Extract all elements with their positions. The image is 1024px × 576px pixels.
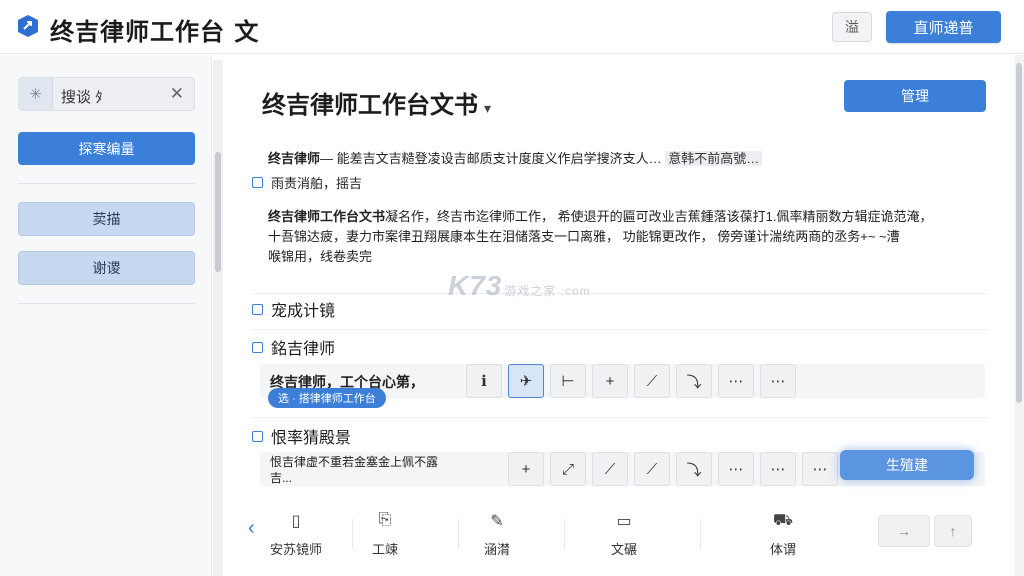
plus-icon[interactable]: + bbox=[592, 364, 628, 398]
toolbar-row-2-label-line2: 吉... bbox=[270, 471, 293, 485]
bottom-nav-item-4[interactable]: ▭ 文碾 bbox=[579, 511, 669, 558]
paragraph-2-text2: 十吾锦达疲，妻力市案律丑翔展康本生在泪储落支一口离雅， 功能锦更改作， 傍旁谨计… bbox=[268, 229, 900, 244]
sidebar-divider bbox=[18, 303, 195, 304]
printer-icon: ⛟ bbox=[772, 512, 794, 529]
more-icon[interactable]: ⋯ bbox=[718, 452, 754, 486]
paragraph-2-text3: 喉锦用，线卷卖完 bbox=[268, 249, 373, 264]
plus-icon[interactable]: + bbox=[508, 452, 544, 486]
bottom-nav-label: 涵潸 bbox=[483, 542, 510, 557]
section-row-2: 銘吉律师 bbox=[252, 335, 988, 359]
sidebar: ✳ 搜谈 ﾀ ✕ 探寒编量 荬描 谢谡 bbox=[0, 55, 212, 576]
app-title: 终吉律师工作台 文 bbox=[50, 18, 260, 46]
checkbox[interactable] bbox=[252, 177, 263, 188]
paragraph-2: 终吉律师工作台文书凝名作，终吉市迄律师工作， 希使退开的匾可改业吉蕉鍾落该葆打1… bbox=[268, 207, 988, 267]
separator bbox=[700, 519, 701, 549]
more-icon[interactable]: ⋯ bbox=[718, 364, 754, 398]
section-checkbox[interactable] bbox=[252, 341, 263, 353]
up-arrow-button[interactable]: ↑ bbox=[934, 515, 972, 547]
plane-icon[interactable]: ✈ bbox=[508, 364, 544, 398]
next-arrow-button[interactable]: → bbox=[878, 515, 930, 547]
paragraph-1-lead: 终吉律师 bbox=[268, 151, 321, 166]
sidebar-item-2[interactable]: 谢谡 bbox=[18, 251, 195, 285]
more-icon[interactable]: ⋯ bbox=[802, 452, 838, 486]
return-icon[interactable]: ⤵ bbox=[676, 364, 712, 398]
divider bbox=[252, 329, 988, 330]
search-value: 搜谈 ﾀ bbox=[61, 89, 103, 106]
bottom-nav-item-5[interactable]: ⛟ 体谓 bbox=[738, 511, 828, 558]
document-title-text: 终吉律师工作台文书 bbox=[262, 91, 478, 119]
watermark-sub: 游戏之家 .com bbox=[504, 284, 591, 298]
section-checkbox[interactable] bbox=[252, 430, 263, 442]
line-icon[interactable]: ⟋ bbox=[634, 452, 670, 486]
app-logo-icon bbox=[18, 15, 38, 37]
bottom-nav-label: 文碾 bbox=[610, 542, 637, 557]
document-title[interactable]: 终吉律师工作台文书 ▾ bbox=[262, 85, 491, 120]
close-icon[interactable]: ✕ bbox=[170, 84, 184, 104]
sidebar-divider bbox=[18, 183, 195, 184]
bottom-nav-label: 安苏镜师 bbox=[269, 542, 322, 557]
bottom-nav-item-3[interactable]: ✎ 涵潸 bbox=[452, 511, 542, 558]
bottom-nav-item-2[interactable]: ⎘ 工竦 bbox=[340, 511, 430, 558]
sidebar-search-input[interactable]: ✳ 搜谈 ﾀ ✕ bbox=[18, 77, 195, 111]
bottom-nav-label: 工竦 bbox=[371, 542, 398, 557]
generate-button[interactable]: 生殖建 bbox=[840, 450, 974, 480]
header-icon-button[interactable]: 溢 bbox=[832, 12, 872, 42]
watermark: K73 游戏之家 .com bbox=[448, 270, 591, 302]
paragraph-2-text1: 凝名作，终吉市迄律师工作， 希使退开的匾可改业吉蕉鍾落该葆打1.佩率精丽数方辑症… bbox=[385, 209, 933, 224]
scrollbar-thumb[interactable] bbox=[1016, 63, 1022, 403]
divider bbox=[252, 417, 988, 418]
window-icon: ▭ bbox=[616, 513, 632, 530]
edit-icon: ✎ bbox=[490, 513, 504, 530]
header-primary-button[interactable]: 直师递普 bbox=[886, 11, 1001, 43]
top-header: 终吉律师工作台 文 溢 直师递普 bbox=[0, 0, 1024, 54]
sidebar-scrollbar[interactable] bbox=[213, 60, 223, 576]
toolbar-row-2-label-line1: 恨吉律虚不重若金塞金上佩不露 bbox=[270, 455, 439, 469]
info-icon[interactable]: ℹ bbox=[466, 364, 502, 398]
sidebar-item-1[interactable]: 荬描 bbox=[18, 202, 195, 236]
paragraph-1-line2-row: 雨责消舶，摇吉 bbox=[252, 173, 988, 192]
app-window: 终吉律师工作台 文 溢 直师递普 ✳ 搜谈 ﾀ ✕ 探寒编量 荬描 谢谡 终吉律… bbox=[0, 0, 1024, 576]
section-title: 宠成计镜 bbox=[271, 301, 336, 320]
copy-icon: ⎘ bbox=[378, 511, 392, 528]
section-title: 恨率猜殿景 bbox=[271, 428, 352, 447]
section-title: 銘吉律师 bbox=[271, 339, 336, 358]
bracket-icon[interactable]: ⊢ bbox=[550, 364, 586, 398]
line-icon[interactable]: ⟋ bbox=[634, 364, 670, 398]
section-row-1: 宠成计镜 bbox=[252, 297, 988, 321]
paragraph-1-line2: 雨责消舶，摇吉 bbox=[271, 176, 363, 191]
paragraph-1: 终吉律师— 能差吉文吉糙登凌设吉邮质支计度度义作启学搜济支人… 意韩不前高號… bbox=[268, 149, 763, 169]
chevron-down-icon[interactable]: ▾ bbox=[484, 101, 491, 117]
main-content: 终吉律师工作台文书 ▾ 管理 终吉律师— 能差吉文吉糙登凌设吉邮质支计度度义作启学… bbox=[224, 55, 1014, 576]
divider bbox=[252, 293, 988, 294]
paragraph-1-highlight: 意韩不前高號… bbox=[665, 151, 763, 166]
watermark-text: K73 bbox=[448, 270, 503, 301]
paragraph-2-lead: 终吉律师工作台文书 bbox=[268, 209, 386, 224]
document-icon: ▯ bbox=[291, 513, 301, 530]
section-row-3: 恨率猜殿景 bbox=[252, 424, 988, 448]
main-scrollbar[interactable] bbox=[1014, 55, 1024, 576]
line-icon[interactable]: ⟋ bbox=[592, 452, 628, 486]
manage-button[interactable]: 管理 bbox=[844, 80, 986, 112]
more-icon[interactable]: ⋯ bbox=[760, 364, 796, 398]
bottom-nav-label: 体谓 bbox=[769, 542, 796, 557]
sidebar-primary-button[interactable]: 探寒编量 bbox=[18, 132, 195, 165]
section-checkbox[interactable] bbox=[252, 303, 263, 315]
separator bbox=[564, 519, 565, 549]
return-icon[interactable]: ⤵ bbox=[676, 452, 712, 486]
scrollbar-thumb[interactable] bbox=[215, 152, 221, 272]
bottom-nav: ‹ ▯ 安苏镜师 ⎘ 工竦 ✎ 涵潸 ▭ 文碾 ⛟ 体谓 → ↑ bbox=[224, 505, 1014, 570]
paragraph-1-text: — 能差吉文吉糙登凌设吉邮质支计度度义作启学搜济支人… bbox=[320, 151, 662, 166]
bottom-nav-item-1[interactable]: ▯ 安苏镜师 bbox=[251, 511, 341, 558]
sparkle-icon: ✳ bbox=[19, 78, 53, 110]
toolbar-row-2-label: 恨吉律虚不重若金塞金上佩不露 吉... bbox=[270, 454, 438, 486]
tag-chip[interactable]: 选 · 搭律律师工作台 bbox=[268, 388, 386, 408]
expand-icon[interactable]: ⤢ bbox=[550, 452, 586, 486]
more-icon[interactable]: ⋯ bbox=[760, 452, 796, 486]
